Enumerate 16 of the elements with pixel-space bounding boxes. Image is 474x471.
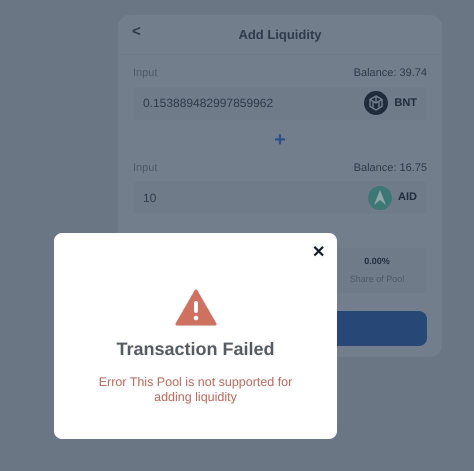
- plus-icon: +: [274, 130, 286, 150]
- amount-field[interactable]: 10 AID: [133, 181, 427, 214]
- arrow-token-icon: [368, 186, 392, 210]
- balance-label: Balance: 39.74: [354, 66, 427, 81]
- back-button[interactable]: <: [132, 21, 141, 44]
- cube-token-icon: [364, 91, 388, 115]
- balance-label: Balance: 16.75: [354, 160, 427, 176]
- page-title: Add Liquidity: [238, 26, 322, 44]
- share-value: 0.00%: [364, 255, 390, 268]
- warning-icon: [174, 289, 216, 326]
- close-button[interactable]: ✕: [312, 241, 325, 265]
- dialog-title: Transaction Failed: [116, 338, 275, 361]
- token-selector[interactable]: BNT: [364, 91, 417, 115]
- error-message: Error This Pool is not supported for adding liquidity: [98, 375, 294, 405]
- amount-field[interactable]: 0.153889482997859962 BNT: [133, 86, 427, 120]
- token-selector[interactable]: AID: [368, 186, 417, 210]
